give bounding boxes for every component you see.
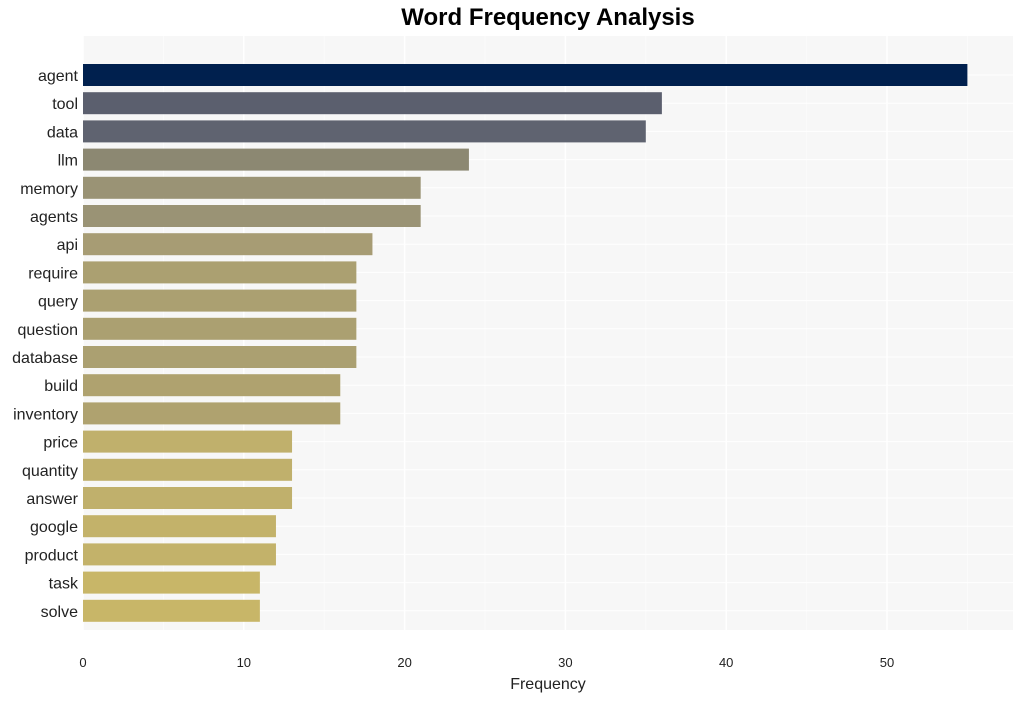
bar-build	[83, 374, 341, 397]
bar-inventory	[83, 402, 341, 425]
bar-chart: agent tool data llm memory agents api require qu…	[12, 36, 1013, 693]
y-tick-label: tool	[52, 96, 78, 113]
y-tick-label: question	[18, 322, 79, 339]
bar-solve	[83, 599, 260, 622]
bar-agent	[83, 64, 968, 86]
x-tick-label: 50	[880, 655, 894, 670]
x-tick-label: 40	[719, 655, 733, 670]
x-tick-label: 30	[558, 655, 572, 670]
bar-llm	[83, 148, 469, 171]
bar-product	[83, 543, 276, 566]
y-tick-label: google	[30, 519, 78, 536]
bar-price	[83, 430, 293, 453]
x-tick-label: 20	[397, 655, 411, 670]
x-tick-label: 0	[79, 655, 86, 670]
y-tick-label: database	[12, 350, 78, 367]
bar-memory	[83, 176, 421, 199]
y-tick-label: product	[25, 547, 79, 564]
y-tick-label: memory	[20, 181, 78, 198]
y-tick-label: agent	[38, 68, 79, 85]
bar-task	[83, 571, 260, 594]
y-tick-label: build	[44, 378, 78, 395]
y-tick-label: quantity	[22, 463, 78, 480]
bar-quantity	[83, 458, 293, 481]
x-tick-label: 10	[237, 655, 251, 670]
bar-database	[83, 346, 357, 368]
bar-data	[83, 120, 646, 143]
bar-require	[83, 261, 357, 284]
y-tick-label: api	[57, 237, 78, 254]
y-tick-label: agents	[30, 209, 78, 226]
bar-tool	[83, 92, 662, 115]
bar-google	[83, 515, 276, 538]
y-tick-label: query	[38, 294, 78, 311]
y-tick-label: solve	[41, 604, 78, 621]
bar-api	[83, 233, 373, 256]
y-tick-label: llm	[58, 153, 78, 170]
y-tick-labels: agent tool data llm memory agents api require qu…	[12, 68, 79, 621]
x-tick-labels: 0 10 20 30 40 50	[79, 655, 894, 670]
y-tick-label: require	[28, 265, 78, 282]
y-tick-label: price	[43, 435, 78, 452]
bar-query	[83, 289, 357, 312]
bar-answer	[83, 487, 293, 509]
y-tick-label: task	[49, 576, 79, 593]
x-axis-label: Frequency	[510, 676, 586, 693]
bar-agents	[83, 205, 421, 227]
bar-question	[83, 317, 357, 340]
y-tick-label: answer	[26, 491, 78, 508]
y-tick-label: data	[47, 124, 78, 141]
y-tick-label: inventory	[13, 406, 78, 423]
